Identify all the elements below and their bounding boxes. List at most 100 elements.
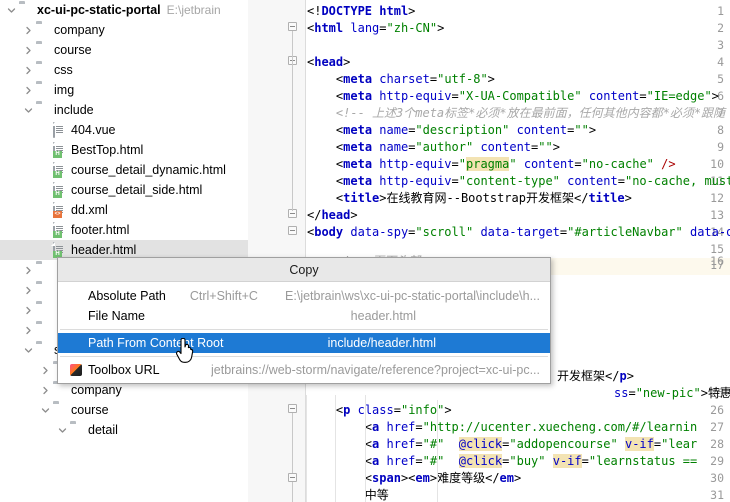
tree-item-label: course [54, 43, 92, 57]
folder-icon [36, 343, 50, 357]
tree-item-img[interactable]: img [0, 80, 248, 100]
folder-icon [53, 403, 67, 417]
menu-item-file-name[interactable]: File Name header.html [58, 306, 550, 326]
copy-menu-items[interactable]: Absolute Path Ctrl+Shift+C E:\jetbrain\ws\… [58, 282, 550, 383]
menu-item-path-from-content-root[interactable]: Path From Content Root include/header.htm… [58, 333, 550, 353]
chevron-right-icon[interactable] [40, 365, 51, 376]
folder-icon [36, 83, 50, 97]
chevron-right-icon[interactable] [40, 385, 51, 396]
folder-icon [36, 303, 50, 317]
tree-item-404-vue[interactable]: 404.vue [0, 120, 248, 140]
ide-window: 1234567891011121314151617252627282930313… [0, 0, 730, 502]
folder-icon [36, 323, 50, 337]
menu-icon-placeholder [68, 335, 84, 351]
code-fold-toggle[interactable] [288, 473, 297, 482]
code-line-1: <!DOCTYPE html> [307, 4, 416, 18]
menu-item-absolute-path[interactable]: Absolute Path Ctrl+Shift+C E:\jetbrain\ws\… [58, 286, 550, 306]
menu-separator [60, 329, 548, 330]
code-line-30: <span><em>难度等级</em> [364, 471, 522, 485]
tree-item-label: dd.xml [71, 203, 108, 217]
menu-item-label: Toolbox URL [88, 363, 160, 377]
tree-item-path-hint: E:\jetbrain [166, 3, 221, 17]
code-line-8: <meta name="description" content=""> [335, 123, 597, 137]
html-file-icon: H [53, 162, 67, 178]
partial-code-fragment: 开发框架</p> [557, 369, 634, 383]
folder-icon [70, 423, 84, 437]
chevron-down-icon[interactable] [6, 5, 17, 16]
xml-file-icon: <> [53, 202, 67, 218]
folder-icon [36, 23, 50, 37]
code-line-10: <meta http-equiv="pragma" content="no-ca… [335, 157, 676, 171]
chevron-down-icon[interactable] [23, 345, 34, 356]
chevron-down-icon[interactable] [57, 425, 68, 436]
project-tool-window[interactable]: xc-ui-pc-static-portal E:\jetbrain company… [0, 0, 248, 502]
chevron-down-icon[interactable] [40, 405, 51, 416]
tree-item-label: xc-ui-pc-static-portal [37, 3, 161, 17]
folder-icon [36, 63, 50, 77]
code-fold-toggle[interactable] [288, 404, 297, 413]
code-line-5: <meta charset="utf-8"> [335, 72, 495, 86]
menu-item-value: jetbrains://web-storm/navigate/reference… [211, 363, 540, 377]
tree-item-xc-ui-pc-static-portal[interactable]: xc-ui-pc-static-portal E:\jetbrain [0, 0, 248, 20]
tree-item-company[interactable]: company [0, 20, 248, 40]
menu-item-value: header.html [350, 309, 416, 323]
chevron-right-icon[interactable] [23, 65, 34, 76]
fold-guide-line [292, 413, 293, 473]
indent-guide [306, 395, 307, 502]
tree-item-detail[interactable]: detail [0, 420, 248, 440]
code-fold-toggle[interactable] [288, 22, 297, 31]
tree-item-label: detail [88, 423, 118, 437]
menu-item-value: include/header.html [327, 336, 436, 350]
vue-file-icon [53, 122, 67, 138]
tree-item-css[interactable]: css [0, 60, 248, 80]
chevron-right-icon[interactable] [23, 265, 34, 276]
tree-item-course-detail-dynamic-html[interactable]: Hcourse_detail_dynamic.html [0, 160, 248, 180]
copy-context-menu[interactable]: Copy Absolute Path Ctrl+Shift+C E:\jetbrai… [57, 257, 551, 384]
tree-item-include[interactable]: include [0, 100, 248, 120]
menu-icon-placeholder [68, 288, 84, 304]
chevron-down-icon[interactable] [23, 105, 34, 116]
chevron-right-icon[interactable] [23, 45, 34, 56]
code-line-26: <p class="info"> [335, 403, 452, 417]
code-line-7: <!-- 上述3个meta标签*必须*放在最前面，任何其他内容都*必须*跟随 [335, 106, 726, 120]
tree-item-footer-html[interactable]: Hfooter.html [0, 220, 248, 240]
chevron-right-icon[interactable] [23, 325, 34, 336]
editor-gutter [248, 0, 284, 502]
chevron-right-icon[interactable] [23, 285, 34, 296]
chevron-right-icon[interactable] [23, 305, 34, 316]
indent-guide [437, 400, 438, 502]
fold-guide-line [292, 482, 293, 502]
folder-icon [36, 283, 50, 297]
chevron-right-icon[interactable] [23, 85, 34, 96]
tree-item-label: course [71, 403, 109, 417]
menu-item-shortcut: Ctrl+Shift+C [189, 289, 258, 303]
menu-item-label: Absolute Path [88, 289, 166, 303]
chevron-right-icon[interactable] [23, 25, 34, 36]
code-text-area[interactable]: <!DOCTYPE html> <html lang="zh-CN"> <head>… [306, 0, 730, 502]
code-editor[interactable]: 1234567891011121314151617252627282930313… [248, 0, 730, 502]
code-line-4: <head> [307, 55, 351, 69]
tree-item-label: course_detail_side.html [71, 183, 203, 197]
code-line-25: ss="new-pic">特惠价格￥98</ [614, 386, 730, 400]
tree-item-label: css [54, 63, 73, 77]
editor-fold-column[interactable] [284, 0, 306, 502]
fold-guide-line [292, 65, 293, 210]
tree-item-course[interactable]: course [0, 40, 248, 60]
tree-item-course[interactable]: course [0, 400, 248, 420]
menu-item-value: E:\jetbrain\ws\xc-ui-pc-static-portal\in… [285, 289, 540, 303]
html-file-icon: H [53, 182, 67, 198]
tree-item-label: include [54, 103, 94, 117]
tree-item-course-detail-side-html[interactable]: Hcourse_detail_side.html [0, 180, 248, 200]
tree-item-besttop-html[interactable]: H BestTop.html [0, 140, 248, 160]
toolbox-cube-icon [68, 362, 84, 378]
folder-icon [19, 3, 33, 17]
code-line-2: <html lang="zh-CN"> [307, 21, 445, 35]
menu-item-toolbox-url[interactable]: Toolbox URL jetbrains://web-storm/navigat… [58, 360, 550, 380]
menu-item-label: File Name [88, 309, 145, 323]
tree-item-dd-xml[interactable]: <> dd.xml [0, 200, 248, 220]
code-fold-toggle[interactable] [288, 226, 297, 235]
